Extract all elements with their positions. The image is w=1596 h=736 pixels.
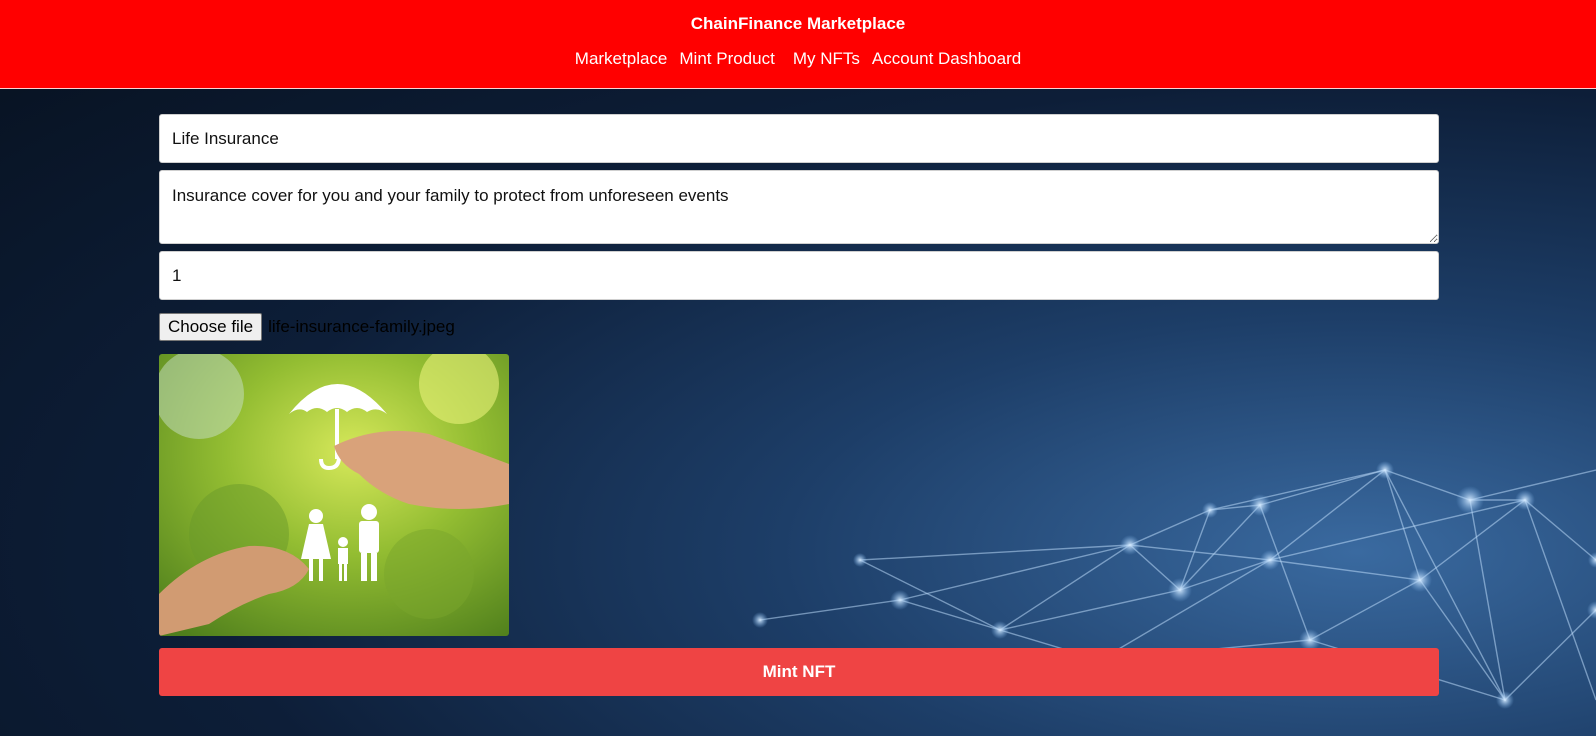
nav-links: Marketplace Mint Product My NFTs Account… [0,49,1596,69]
top-navbar: ChainFinance Marketplace Marketplace Min… [0,0,1596,89]
nav-marketplace[interactable]: Marketplace [575,49,668,69]
nav-my-nfts[interactable]: My NFTs [793,49,860,69]
image-preview [159,354,509,636]
product-description-textarea[interactable]: Insurance cover for you and your family … [159,170,1439,244]
product-price-input[interactable] [159,251,1439,300]
nav-mint-product[interactable]: Mint Product [679,49,774,69]
nav-account-dashboard[interactable]: Account Dashboard [872,49,1021,69]
mint-form: Insurance cover for you and your family … [159,114,1439,696]
brand-title[interactable]: ChainFinance Marketplace [0,14,1596,34]
choose-file-button[interactable]: Choose file [159,313,263,341]
mint-nft-button[interactable]: Mint NFT [159,648,1439,696]
product-name-input[interactable] [159,114,1439,163]
selected-file-name: life-insurance-family.jpeg [268,317,455,336]
file-upload-row: Choose file life-insurance-family.jpeg [159,313,1439,341]
